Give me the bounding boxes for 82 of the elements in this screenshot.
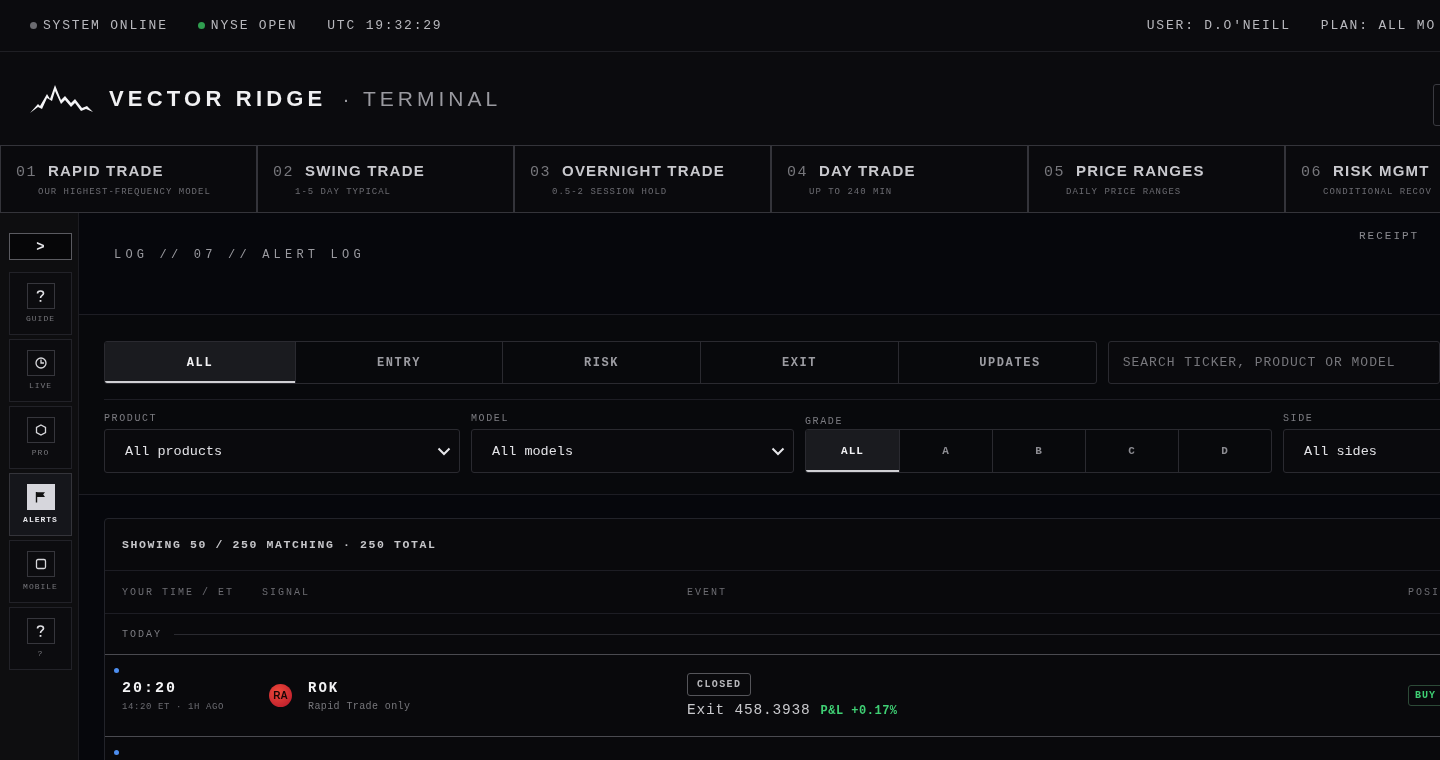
brand-name: VECTOR RIDGE bbox=[109, 85, 327, 112]
column-header: EVENT bbox=[687, 586, 728, 598]
model-tab[interactable]: 03 OVERNIGHT TRADE 0.5-2 SESSION HOLD bbox=[514, 145, 771, 213]
group-label: TODAY bbox=[122, 628, 162, 640]
model-tab[interactable]: 04 DAY TRADE UP TO 240 MIN bbox=[771, 145, 1028, 213]
column-header: SIGNAL bbox=[262, 586, 311, 598]
grade-option[interactable]: ALL bbox=[806, 430, 899, 472]
mountain-logo-icon bbox=[30, 84, 93, 113]
filter-label: GRADE bbox=[805, 416, 844, 427]
tab-subtitle: CONDITIONAL RECOV bbox=[1323, 187, 1433, 197]
filter-label: SIDE bbox=[1283, 413, 1315, 424]
model-tab[interactable]: 02 SWING TRADE 1-5 DAY TYPICAL bbox=[257, 145, 514, 213]
tab-number: 06 bbox=[1301, 164, 1322, 181]
hexagon-icon bbox=[34, 424, 47, 436]
search-field[interactable]: SEARCH TICKER, PRODUCT OR MODEL bbox=[1107, 341, 1440, 384]
model-name: Rapid Trade only bbox=[308, 700, 411, 712]
receipt-link[interactable]: RECEIPT bbox=[1359, 230, 1420, 242]
model-tab[interactable]: 06 RISK MGMT CONDITIONAL RECOV bbox=[1285, 145, 1440, 213]
tab-subtitle: 1-5 DAY TYPICAL bbox=[295, 187, 392, 197]
tab-number: 03 bbox=[530, 164, 551, 181]
tab-subtitle: 0.5-2 SESSION HOLD bbox=[552, 187, 669, 197]
event-text: Exit 458.3938 bbox=[687, 702, 811, 718]
sidebar-item[interactable]: GUIDE bbox=[9, 272, 72, 335]
chevron-down-icon bbox=[437, 446, 451, 456]
flag-icon bbox=[35, 491, 46, 503]
sidebar-item[interactable]: ALERTS bbox=[9, 473, 72, 536]
filter-label: MODEL bbox=[471, 413, 510, 424]
tab-number: 02 bbox=[273, 164, 294, 181]
sidebar-item[interactable]: PRO bbox=[9, 406, 72, 469]
grade-option[interactable]: C bbox=[1085, 430, 1178, 472]
tab-title: PRICE RANGES bbox=[1076, 162, 1205, 179]
sidebar-item[interactable]: LIVE bbox=[9, 339, 72, 402]
filter-tab[interactable]: ALL bbox=[105, 342, 295, 383]
tab-subtitle: DAILY PRICE RANGES bbox=[1066, 187, 1183, 197]
tab-subtitle: OUR HIGHEST-FREQUENCY MODEL bbox=[38, 187, 212, 197]
model-dropdown[interactable]: All models bbox=[471, 429, 794, 473]
product-dropdown[interactable]: All products bbox=[104, 429, 460, 473]
tab-title: RAPID TRADE bbox=[48, 162, 164, 179]
grade-option[interactable]: A bbox=[899, 430, 992, 472]
grade-option[interactable]: D bbox=[1178, 430, 1271, 472]
tab-title: SWING TRADE bbox=[305, 162, 425, 179]
tab-title: DAY TRADE bbox=[819, 162, 916, 179]
pnl-value: P&L +0.17% bbox=[820, 704, 898, 718]
question-icon bbox=[36, 289, 45, 303]
tab-number: 01 bbox=[16, 164, 37, 181]
utc-clock: UTC 19:32:29 bbox=[327, 18, 443, 33]
breadcrumb: LOG // 07 // ALERT LOG bbox=[114, 248, 365, 262]
filter-label: PRODUCT bbox=[104, 413, 159, 424]
alert-time: 20:20 bbox=[122, 679, 178, 697]
filter-tab[interactable]: EXIT bbox=[700, 342, 898, 383]
alert-row[interactable]: 20:20 14:20 ET · 1H AGO RA ROK Rapid Trade only CLOSED Exit 458.3938 P&L +0.17% BUY bbox=[105, 654, 1440, 737]
user-label: USER: D.O'NEILL bbox=[1146, 18, 1291, 33]
plan-label: PLAN: ALL MO bbox=[1320, 18, 1436, 33]
chevron-down-icon bbox=[771, 446, 785, 456]
status-label: SYSTEM ONLINE bbox=[43, 18, 168, 33]
square-icon bbox=[34, 558, 47, 570]
side-dropdown[interactable]: All sides bbox=[1283, 429, 1440, 473]
model-tab[interactable]: 05 PRICE RANGES DAILY PRICE RANGES bbox=[1028, 145, 1285, 213]
alert-time-detail: 14:20 ET · 1H AGO bbox=[122, 701, 225, 712]
side-badge: BUY bbox=[1408, 685, 1440, 706]
sidebar-item[interactable]: ? bbox=[9, 607, 72, 670]
ticker-logo: RA bbox=[269, 684, 292, 707]
tab-title: RISK MGMT bbox=[1333, 162, 1430, 179]
column-header: POSI bbox=[1408, 586, 1440, 598]
question-icon bbox=[36, 624, 45, 638]
status-badge: CLOSED bbox=[687, 673, 752, 696]
tab-number: 05 bbox=[1044, 164, 1065, 181]
grade-option[interactable]: B bbox=[992, 430, 1085, 472]
status-label: NYSE OPEN bbox=[210, 18, 298, 33]
sidebar-item[interactable]: MOBILE bbox=[9, 540, 72, 603]
sidebar-toggle-button[interactable]: > bbox=[9, 233, 72, 260]
filter-tab[interactable]: RISK bbox=[502, 342, 700, 383]
tab-number: 04 bbox=[787, 164, 808, 181]
model-tab[interactable]: 01 RAPID TRADE OUR HIGHEST-FREQUENCY MODEL bbox=[0, 145, 257, 213]
column-header: YOUR TIME / ET bbox=[122, 586, 235, 598]
clock-icon bbox=[34, 357, 47, 369]
brand-suffix: · TERMINAL bbox=[342, 86, 502, 111]
tab-subtitle: UP TO 240 MIN bbox=[809, 187, 894, 197]
filter-tab[interactable]: ENTRY bbox=[295, 342, 502, 383]
tab-title: OVERNIGHT TRADE bbox=[562, 162, 726, 179]
results-summary: SHOWING 50 / 250 MATCHING · 250 TOTAL bbox=[122, 538, 437, 551]
ticker: ROK bbox=[308, 679, 341, 696]
